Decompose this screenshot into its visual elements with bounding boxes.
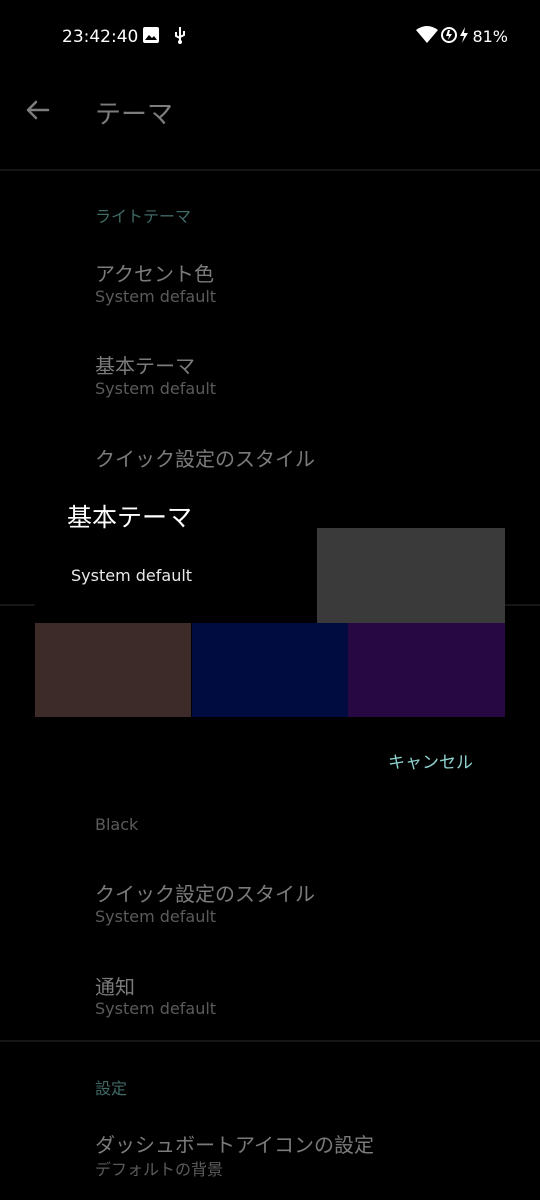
back-arrow-icon[interactable] <box>24 96 52 124</box>
option-system-default[interactable]: System default <box>71 566 192 585</box>
pref-subtitle: System default <box>95 907 217 926</box>
pref-subtitle: System default <box>95 287 217 306</box>
theme-swatch-gray[interactable] <box>317 528 505 623</box>
status-bar: 23:42:40 81% <box>0 0 540 74</box>
pref-subtitle: Black <box>95 815 139 834</box>
usb-icon <box>171 26 189 44</box>
theme-swatch-purple[interactable] <box>348 623 505 717</box>
pref-title: ダッシュボートアイコンの設定 <box>95 1133 374 1157</box>
pref-title: アクセント色 <box>95 262 214 286</box>
theme-swatch-brown[interactable] <box>35 623 191 717</box>
battery-percent: 81% <box>472 27 508 46</box>
pref-title: 通知 <box>95 975 135 999</box>
app-bar: テーマ <box>0 74 540 148</box>
wifi-icon <box>416 26 438 44</box>
base-theme-dialog: 基本テーマ System default キャンセル <box>35 480 505 800</box>
dialog-title: 基本テーマ <box>67 503 193 532</box>
pref-subtitle: デフォルトの背景 <box>95 1160 224 1179</box>
charging-icon <box>458 26 470 44</box>
page-title: テーマ <box>95 100 174 130</box>
status-time: 23:42:40 <box>62 27 139 47</box>
section-header-settings: 設定 <box>95 1079 128 1098</box>
pref-title: クイック設定のスタイル <box>95 447 315 471</box>
pref-subtitle: System default <box>95 999 217 1018</box>
pref-title: 基本テーマ <box>95 354 195 378</box>
divider <box>0 169 540 171</box>
data-saver-icon <box>440 26 458 44</box>
divider <box>0 1040 540 1042</box>
image-notification-icon <box>142 26 160 44</box>
pref-title: クイック設定のスタイル <box>95 882 315 906</box>
pref-subtitle: System default <box>95 379 217 398</box>
cancel-button[interactable]: キャンセル <box>388 748 473 773</box>
section-header-light-theme: ライトテーマ <box>95 207 192 226</box>
theme-swatch-navy[interactable] <box>192 623 348 717</box>
